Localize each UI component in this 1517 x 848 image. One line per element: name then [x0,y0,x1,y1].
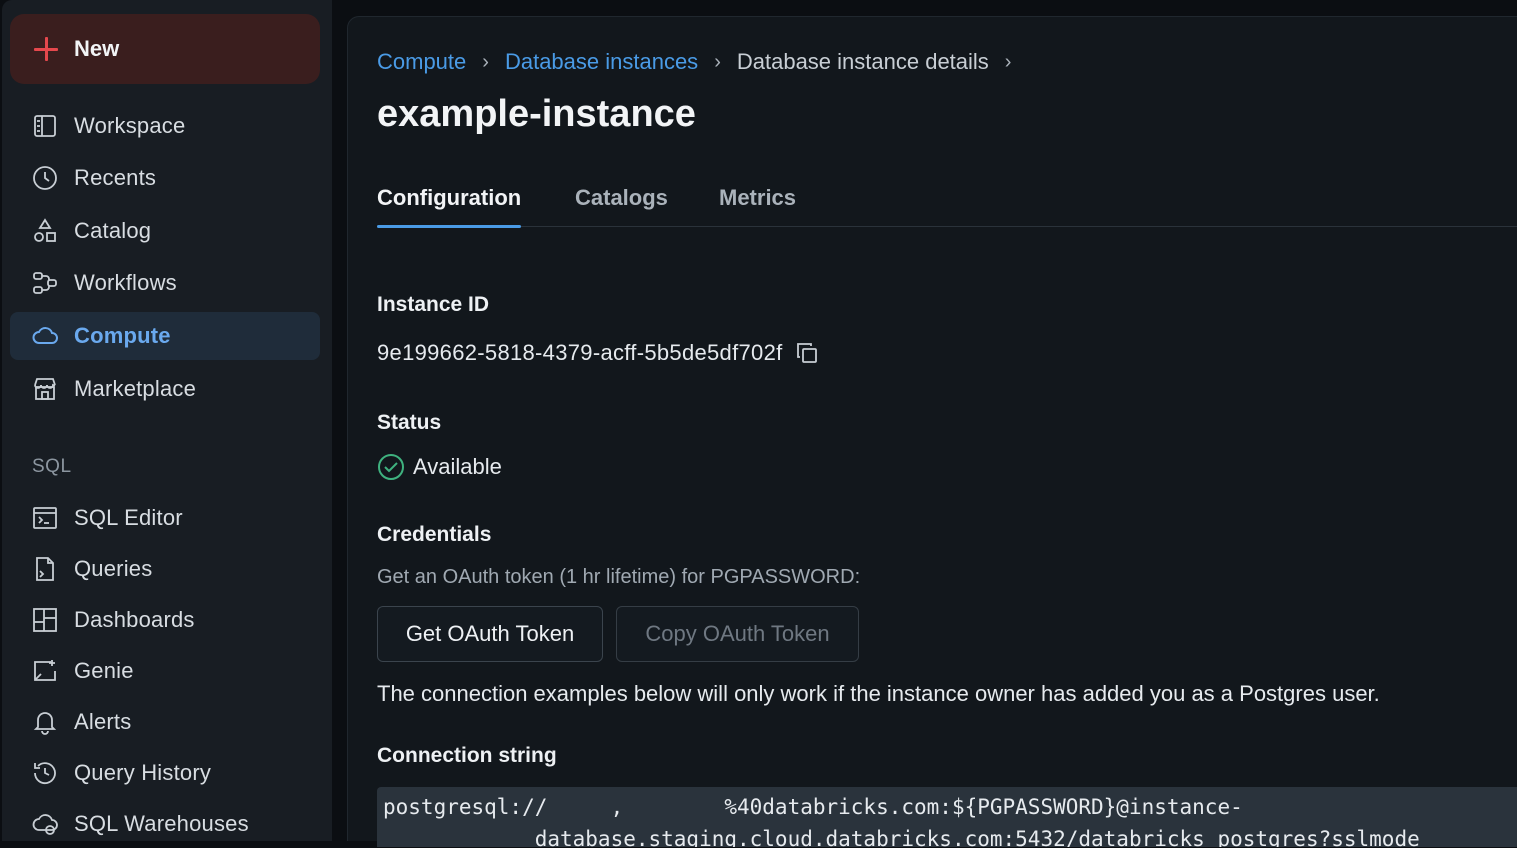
connection-string-line-2: database.staging.cloud.databricks.com:54… [383,827,1420,847]
store-icon [30,374,60,404]
credentials-description: Get an OAuth token (1 hr lifetime) for P… [377,566,861,588]
clock-icon [30,163,60,193]
new-button[interactable]: New [10,14,320,84]
warehouse-icon [30,809,60,839]
workflows-icon [30,268,60,298]
status-value: Available [413,454,502,479]
sidebar-item-dashboards[interactable]: Dashboards [10,596,320,644]
breadcrumb-current: Database instance details [736,49,989,74]
sidebar: New Workspace Recents Catalog Workflows [2,0,332,841]
sidebar-item-marketplace[interactable]: Marketplace [10,365,320,413]
breadcrumb: Compute › Database instances › Database … [377,49,1027,75]
sidebar-item-label: Queries [74,556,153,581]
sidebar-item-label: Alerts [74,709,132,734]
sidebar-item-workspace[interactable]: Workspace [10,102,320,150]
sidebar-item-workflows[interactable]: Workflows [10,259,320,307]
sidebar-item-label: Catalog [74,218,152,243]
sidebar-item-label: SQL Editor [74,505,183,530]
sidebar-item-queries[interactable]: Queries [10,545,320,593]
sidebar-item-label: Compute [74,323,171,348]
breadcrumb-separator: › [714,50,721,73]
credentials-label: Credentials [377,523,492,546]
connection-string-code[interactable]: postgresql:// , %40databricks.com:${PGPA… [377,787,1517,847]
instance-id-row: 9e199662-5818-4379-acff-5b5de5df702f [377,339,821,367]
copy-oauth-token-button[interactable]: Copy OAuth Token [616,606,859,662]
tab-bar: Configuration Catalogs Metrics [377,185,1517,228]
cloud-icon [30,321,60,351]
sidebar-item-alerts[interactable]: Alerts [10,698,320,746]
bell-icon [30,707,60,737]
tab-configuration[interactable]: Configuration [377,185,522,228]
terminal-icon [30,503,60,533]
sidebar-item-label: Workspace [74,113,186,138]
sidebar-item-label: SQL Warehouses [74,811,249,836]
instance-id-label: Instance ID [377,293,490,316]
breadcrumb-separator: › [482,50,489,73]
history-icon [30,758,60,788]
sidebar-item-label: Marketplace [74,376,197,401]
breadcrumb-database-instances[interactable]: Database instances [505,49,698,75]
sidebar-item-sql-editor[interactable]: SQL Editor [10,494,320,542]
sidebar-item-catalog[interactable]: Catalog [10,207,320,255]
main-panel: Compute › Database instances › Database … [347,16,1517,847]
workspace-icon [30,111,60,141]
instance-id-value: 9e199662-5818-4379-acff-5b5de5df702f [377,340,783,365]
breadcrumb-separator: › [1004,50,1012,73]
get-oauth-token-button[interactable]: Get OAuth Token [377,606,603,662]
breadcrumb-compute[interactable]: Compute [377,49,466,75]
catalog-icon [30,216,60,246]
status-row: Available [377,453,502,481]
sidebar-section-sql: SQL [32,456,72,477]
check-circle-icon [378,454,404,480]
sidebar-item-query-history[interactable]: Query History [10,749,320,797]
sidebar-item-label: Recents [74,165,157,190]
plus-icon [32,35,60,63]
sidebar-item-label: Query History [74,760,212,785]
page-title: example-instance [377,93,696,135]
sidebar-item-label: Workflows [74,270,177,295]
dashboard-icon [30,605,60,635]
genie-icon [30,656,60,686]
query-file-icon [30,554,60,584]
sidebar-item-label: Genie [74,658,134,683]
app-window: New Workspace Recents Catalog Workflows [0,0,1517,847]
sidebar-item-compute[interactable]: Compute [10,312,320,360]
connection-note: The connection examples below will only … [377,681,1380,706]
connection-string-line-1: postgresql:// , %40databricks.com:${PGPA… [383,795,1243,819]
status-label: Status [377,411,442,434]
tab-catalogs[interactable]: Catalogs [575,185,668,227]
new-button-label: New [74,36,120,61]
tab-metrics[interactable]: Metrics [719,185,796,227]
copy-icon[interactable] [793,339,821,367]
sidebar-item-genie[interactable]: Genie [10,647,320,695]
sidebar-item-label: Dashboards [74,607,195,632]
sidebar-item-recents[interactable]: Recents [10,154,320,202]
connection-string-label: Connection string [377,744,557,767]
